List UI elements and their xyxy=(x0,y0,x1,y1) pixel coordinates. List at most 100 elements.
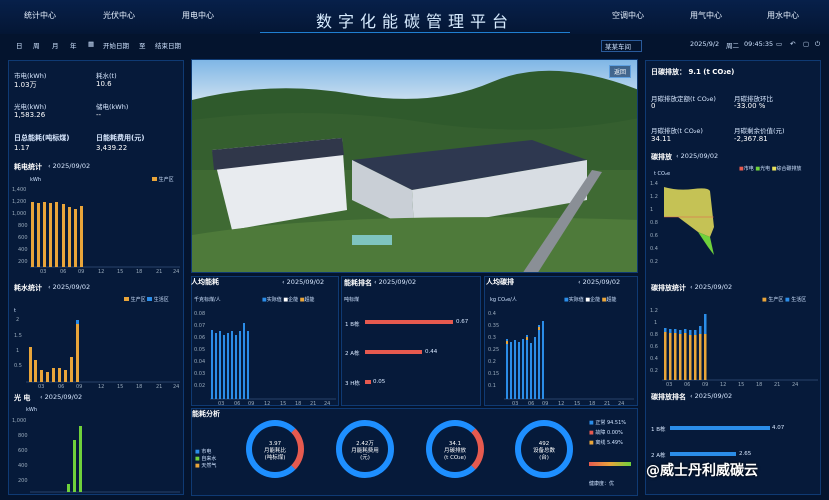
legend-prod: 生产区 xyxy=(768,297,784,303)
tab-water-center[interactable]: 用水中心 xyxy=(767,10,799,21)
tab-ac-center[interactable]: 空调中心 xyxy=(612,10,644,21)
period-week[interactable]: 周 xyxy=(33,40,40,50)
back-icon[interactable]: ↶ xyxy=(790,40,795,48)
tick-label: 0.4 xyxy=(650,246,658,252)
tick-label: 09 xyxy=(248,401,254,405)
tick-label: 06 xyxy=(684,382,690,388)
water-legend-prod: 生产区 xyxy=(130,297,146,303)
workshop-select[interactable]: 某某车间 xyxy=(601,40,642,52)
bar xyxy=(73,440,76,492)
period-day[interactable]: 日 xyxy=(16,40,23,50)
tick-label: 15 xyxy=(738,382,744,388)
tick-label: 12 xyxy=(558,401,564,405)
bar xyxy=(518,342,520,399)
per-carbon-title[interactable]: 人均碳排 xyxy=(486,277,514,287)
legend-tapwater: ■ 自来水 xyxy=(195,456,217,462)
bar xyxy=(684,333,687,380)
stat-pv-value: 1,583.26 xyxy=(14,111,46,119)
carbon-rank-title: 碳排放排名 xyxy=(651,393,686,401)
monitor-icon[interactable]: ▭ xyxy=(776,40,782,48)
bar xyxy=(542,321,544,399)
period-year[interactable]: 年 xyxy=(70,40,77,50)
ring-unit: (元) xyxy=(360,455,370,461)
ring-energy-text: 3.97 月能耗比 (吨标煤) xyxy=(246,441,304,462)
tick-label: 1,200 xyxy=(12,199,26,205)
tick-label: 12 xyxy=(98,384,104,390)
bar xyxy=(704,334,707,380)
bar xyxy=(699,326,702,334)
pv-chart-date[interactable]: ‹ 2025/09/02 xyxy=(40,393,82,401)
start-date-input[interactable]: 开始日期 xyxy=(103,40,129,50)
carbon-rank-name: 1 B栋 xyxy=(651,427,666,433)
tick-label: 15 xyxy=(117,269,123,275)
bar xyxy=(243,323,245,399)
carbon-rank-value: 4.07 xyxy=(772,425,785,431)
ring-label: 设备总数 xyxy=(532,448,555,454)
rank-item-name: 3 H栋 xyxy=(345,381,360,387)
status-offline: ■ 离线 5.49% xyxy=(589,440,623,446)
tick-label: 09 xyxy=(78,269,84,275)
bar xyxy=(223,335,225,399)
bar xyxy=(49,203,52,267)
elec-chart-date[interactable]: ‹ 2025/09/02 xyxy=(48,162,90,170)
legend-pv: 光电 xyxy=(760,166,771,172)
tick-label: 21 xyxy=(156,269,162,275)
daily-carbon-label: 日碳排放： xyxy=(651,68,686,76)
bar xyxy=(31,202,34,267)
ring-value: 492 xyxy=(538,441,550,447)
tick-label: 18 xyxy=(136,269,142,275)
bar xyxy=(76,320,79,324)
ring-value: 34.1 xyxy=(448,441,462,447)
rank-item-value: 0.05 xyxy=(373,379,386,385)
tab-stat-center[interactable]: 统计中心 xyxy=(24,10,56,21)
rank-date[interactable]: ‹ 2025/09/02 xyxy=(374,278,416,286)
tick-label: 06 xyxy=(60,269,66,275)
tick-label: 06 xyxy=(528,401,534,405)
water-chart-date[interactable]: ‹ 2025/09/02 xyxy=(48,283,90,291)
tick-label: 400 xyxy=(18,463,28,469)
per-carbon-date-text: 2025/09/02 xyxy=(582,278,621,286)
carbon-rank-bar xyxy=(670,426,770,430)
per-energy-date[interactable]: ‹ 2025/09/02 xyxy=(282,278,324,286)
bar xyxy=(231,331,233,399)
carbon-rank-date[interactable]: ‹ 2025/09/02 xyxy=(690,392,732,400)
tab-gas-center[interactable]: 用气中心 xyxy=(690,10,722,21)
trend-title: 碳排放 xyxy=(651,153,672,161)
bar xyxy=(679,330,682,334)
bar xyxy=(215,333,217,399)
tick-label: 24 xyxy=(618,401,624,405)
ring-unit: (t CO₂e) xyxy=(444,455,466,461)
rank-item-value: 0.44 xyxy=(425,349,438,355)
tick-label: 18 xyxy=(295,401,301,405)
tick-label: 1.2 xyxy=(650,308,658,314)
watermark: @威士丹利威碳云 xyxy=(646,463,758,479)
water-legend-life: 生活区 xyxy=(153,297,169,303)
period-month[interactable]: 月 xyxy=(52,40,59,50)
bar xyxy=(40,370,43,382)
tick-label: 0.05 xyxy=(194,347,205,353)
trend-date[interactable]: ‹ 2025/09/02 xyxy=(676,152,718,160)
carbon-stat-chart: 1.2 1 0.8 0.6 0.4 0.2 03 06 09 12 15 18 21 24 xyxy=(650,308,818,388)
carbon-stat-date[interactable]: ‹ 2025/09/02 xyxy=(690,283,732,291)
per-energy-title[interactable]: 人均能耗 xyxy=(191,277,219,287)
logout-icon[interactable]: ⏻ xyxy=(815,40,820,49)
tick-label: 1.2 xyxy=(650,194,658,200)
tab-pv-center[interactable]: 光伏中心 xyxy=(103,10,135,21)
weekday-display: 周二 xyxy=(726,42,739,50)
end-date-input[interactable]: 结束日期 xyxy=(155,40,181,50)
tick-label: 1.4 xyxy=(650,181,658,187)
per-carbon-date[interactable]: ‹ 2025/09/02 xyxy=(578,278,620,286)
ring-unit: (台) xyxy=(539,455,549,461)
bar xyxy=(29,347,32,382)
fullscreen-icon[interactable]: ▢ xyxy=(803,40,809,48)
analysis-title[interactable]: 能耗分析 xyxy=(192,409,220,419)
top-header: 统计中心 光伏中心 用电中心 数字化能碳管理平台 空调中心 用气中心 用水中心 xyxy=(0,0,829,34)
bar xyxy=(37,203,40,267)
right-stat-label: 月碳排放定额(t CO₂e) xyxy=(651,95,716,103)
tab-power-center[interactable]: 用电中心 xyxy=(182,10,214,21)
legend-gas: ■ 天然气 xyxy=(195,463,217,469)
calendar-icon[interactable]: ▦ xyxy=(88,40,94,48)
bar xyxy=(669,333,672,380)
back-button[interactable]: 返回 xyxy=(608,65,631,78)
tick-label: 18 xyxy=(589,401,595,405)
